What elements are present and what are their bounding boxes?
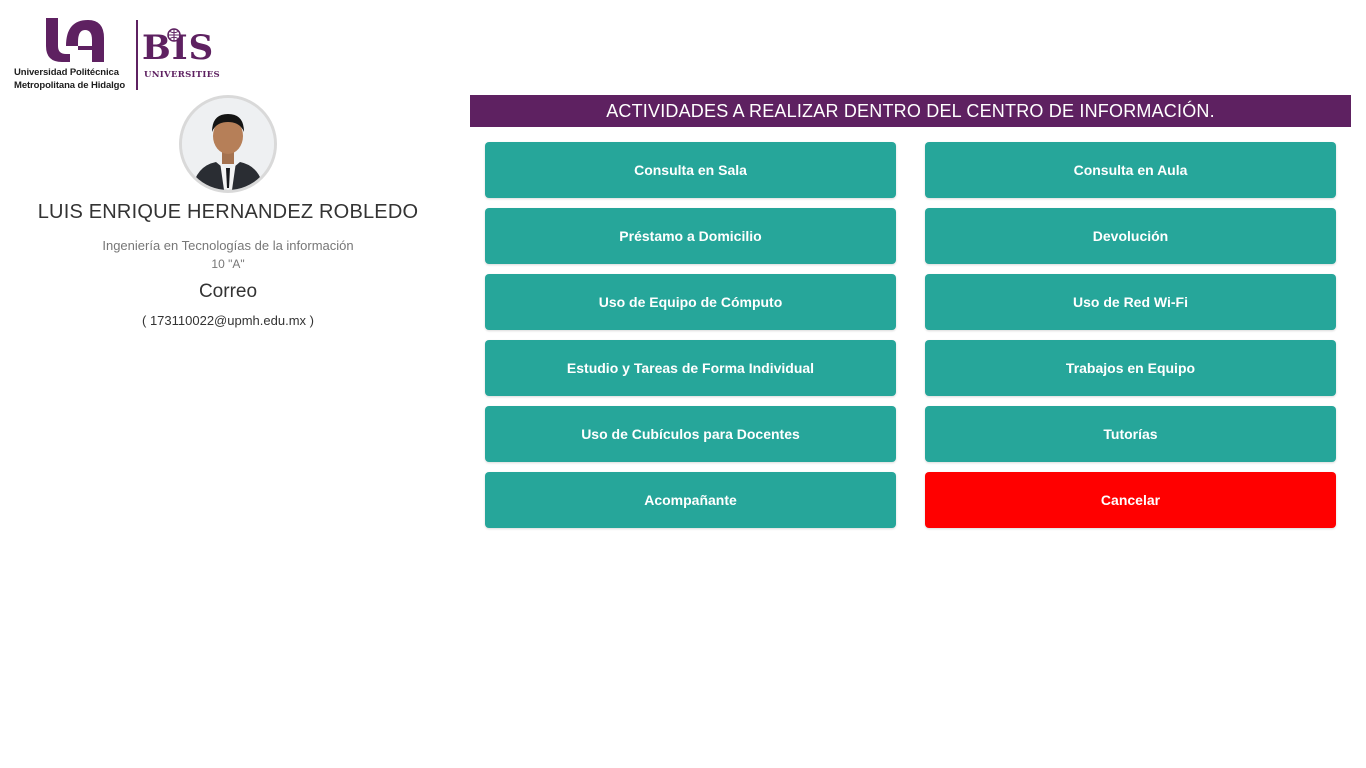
- bis-logo-subtitle: UNIVERSITIES: [144, 70, 220, 80]
- student-group: 10 "A": [211, 257, 245, 271]
- bis-logo: BIS UNIVERSITIES: [142, 26, 220, 86]
- trabajos-equipo-button[interactable]: Trabajos en Equipo: [925, 340, 1336, 396]
- consulta-aula-button[interactable]: Consulta en Aula: [925, 142, 1336, 198]
- student-name: LUIS ENRIQUE HERNANDEZ ROBLEDO: [37, 201, 419, 223]
- logo-divider: [136, 20, 138, 90]
- activities-title: ACTIVIDADES A REALIZAR DENTRO DEL CENTRO…: [470, 95, 1351, 127]
- cubiculos-docentes-button[interactable]: Uso de Cubículos para Docentes: [485, 406, 896, 462]
- university-logo: Universidad Politécnica Metropolitana de…: [14, 16, 220, 92]
- equipo-computo-button[interactable]: Uso de Equipo de Cómputo: [485, 274, 896, 330]
- activities-grid: Consulta en Sala Consulta en Aula Présta…: [485, 142, 1336, 528]
- student-photo-icon: [182, 98, 274, 190]
- student-career: Ingeniería en Tecnologías de la informac…: [102, 238, 354, 253]
- cancel-button[interactable]: Cancelar: [925, 472, 1336, 528]
- prestamo-domicilio-button[interactable]: Préstamo a Domicilio: [485, 208, 896, 264]
- upmh-logo-icon: [46, 18, 104, 62]
- estudio-individual-button[interactable]: Estudio y Tareas de Forma Individual: [485, 340, 896, 396]
- acompanante-button[interactable]: Acompañante: [485, 472, 896, 528]
- consulta-sala-button[interactable]: Consulta en Sala: [485, 142, 896, 198]
- avatar: [179, 95, 277, 193]
- tutorias-button[interactable]: Tutorías: [925, 406, 1336, 462]
- email-heading: Correo: [198, 281, 258, 302]
- university-name: Universidad Politécnica Metropolitana de…: [14, 66, 125, 92]
- university-name-line1: Universidad Politécnica: [14, 67, 119, 78]
- devolucion-button[interactable]: Devolución: [925, 208, 1336, 264]
- globe-icon: [167, 28, 181, 42]
- red-wifi-button[interactable]: Uso de Red Wi-Fi: [925, 274, 1336, 330]
- university-name-line2: Metropolitana de Hidalgo: [14, 80, 126, 91]
- student-email: ( 173110022@upmh.edu.mx ): [142, 313, 314, 328]
- student-profile: LUIS ENRIQUE HERNANDEZ ROBLEDO Ingenierí…: [0, 95, 456, 328]
